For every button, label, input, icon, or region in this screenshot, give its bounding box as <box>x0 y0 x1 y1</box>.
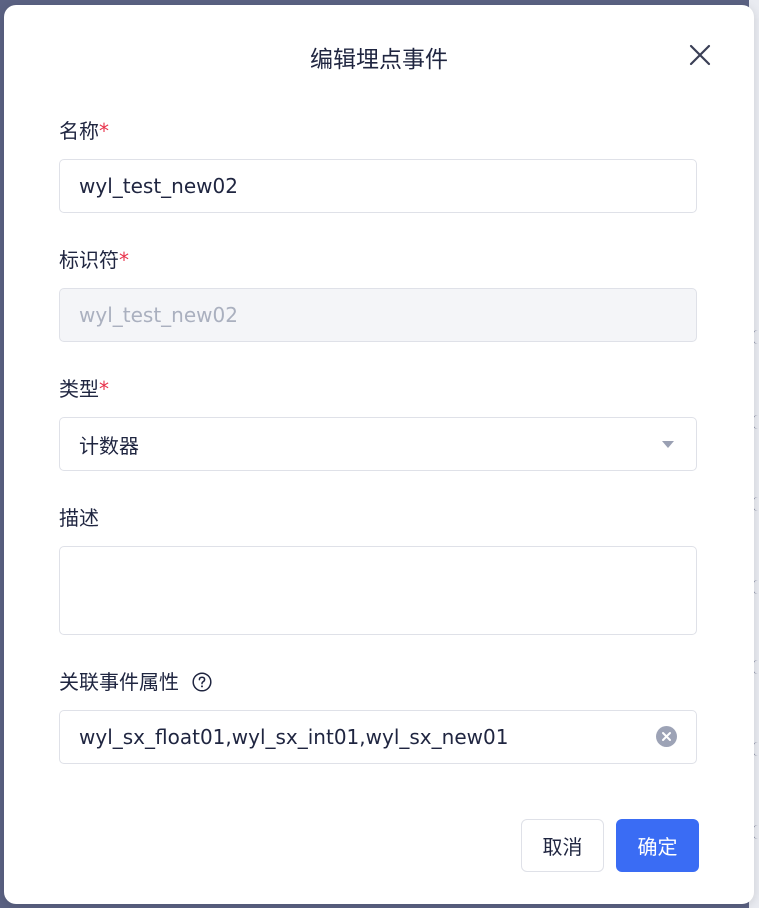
related-attrs-label: 关联事件属性 <box>59 670 179 694</box>
close-icon[interactable] <box>686 41 714 69</box>
question-circle-icon-graphic <box>192 672 212 692</box>
close-icon-graphic <box>689 44 711 66</box>
type-select-value: 计数器 <box>79 433 139 458</box>
name-label-text: 名称 <box>59 119 99 143</box>
type-label: 类型* <box>59 376 109 402</box>
identifier-label: 标识符* <box>59 247 129 273</box>
edit-event-dialog: 编辑埋点事件 名称* wyl_test_new02 标识符* wyl_test_… <box>4 5 754 904</box>
name-label: 名称* <box>59 118 109 144</box>
type-label-text: 类型 <box>59 377 99 401</box>
related-attrs-value: wyl_sx_float01,wyl_sx_int01,wyl_sx_new01 <box>79 725 509 749</box>
identifier-input: wyl_test_new02 <box>59 288 697 342</box>
identifier-input-value: wyl_test_new02 <box>79 303 238 327</box>
question-circle-icon[interactable] <box>192 672 212 692</box>
clear-icon[interactable] <box>656 726 677 747</box>
name-input-value: wyl_test_new02 <box>79 174 238 198</box>
type-select[interactable]: 计数器 <box>59 417 697 471</box>
name-input[interactable]: wyl_test_new02 <box>59 159 697 213</box>
description-label: 描述 <box>59 506 99 530</box>
required-mark: * <box>99 119 109 143</box>
chevron-down-icon[interactable] <box>662 441 674 448</box>
confirm-button[interactable]: 确定 <box>616 819 699 872</box>
required-mark: * <box>119 248 129 272</box>
related-attrs-select[interactable]: wyl_sx_float01,wyl_sx_int01,wyl_sx_new01 <box>59 710 697 764</box>
clear-icon-graphic <box>662 732 671 741</box>
identifier-label-text: 标识符 <box>59 248 119 272</box>
cancel-button[interactable]: 取消 <box>521 819 604 872</box>
dialog-title: 编辑埋点事件 <box>310 47 448 73</box>
required-mark: * <box>99 377 109 401</box>
description-textarea[interactable] <box>59 546 697 635</box>
